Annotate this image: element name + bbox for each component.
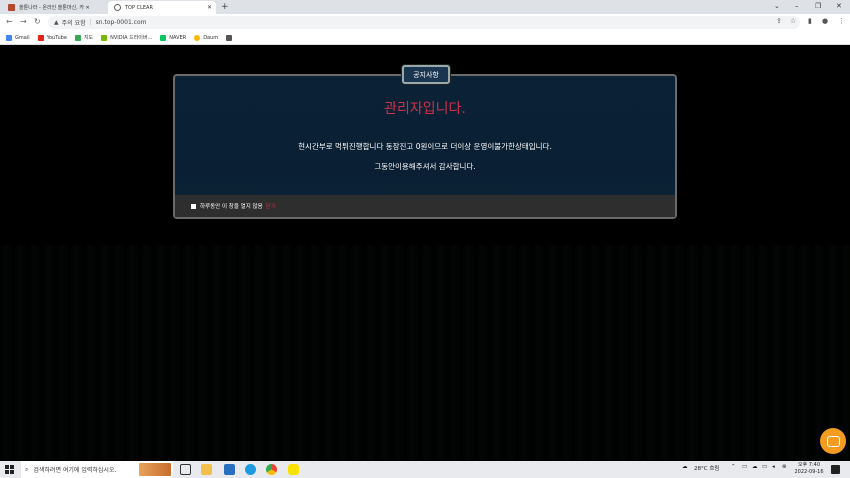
tray-chevron-icon[interactable]: ⌃ [731,464,736,470]
popup-title: 관리자입니다. [384,101,466,117]
search-highlight-image [139,463,171,476]
bookmarks-bar: Gmail YouTube 지도 NVIDIA 드라이버... NAVER Da… [0,31,850,45]
background-decoration [0,245,850,461]
bookmark-youtube[interactable]: YouTube [37,34,67,41]
bookmark-daum[interactable]: Daum [194,34,219,41]
bookmark-icon [226,34,233,41]
popup-footer: 하루동안 이 창을 열지 않음 닫기 [175,195,675,217]
close-window-button[interactable]: ✕ [836,2,842,10]
google-icon [6,34,12,41]
bookmark-gmail[interactable]: Gmail [6,34,30,41]
bookmark-label: NVIDIA 드라이버... [110,35,153,41]
clock-date: 2022-09-16 [794,469,824,475]
edge-icon[interactable] [245,464,256,475]
page-content: 공지사항 관리자입니다. 현시간부로 먹튀진행합니다 동장진고 0원이므로 더이… [0,45,850,461]
close-tab-icon[interactable]: ✕ [207,4,212,11]
chrome-icon[interactable] [266,464,277,475]
mail-icon[interactable] [224,464,235,475]
kakaotalk-icon[interactable] [288,464,299,475]
search-placeholder: 검색하려면 여기에 입력하십시오. [33,467,117,474]
task-view-icon[interactable] [180,464,191,475]
notification-icon[interactable] [831,465,840,474]
taskbar-search-input[interactable]: ⌕ 검색하려면 여기에 입력하십시오. [21,461,173,478]
volume-icon[interactable]: ◂ [772,464,775,470]
windows-start-icon[interactable] [5,465,14,474]
popup-message-line2: 그동안이용해주셔서 감사합니다. [374,162,476,171]
bookmark-nvidia[interactable]: NVIDIA 드라이버... [101,34,152,41]
notice-popup: 공지사항 관리자입니다. 현시간부로 먹튀진행합니다 동장진고 0원이므로 더이… [173,65,677,219]
file-explorer-icon[interactable] [201,464,212,475]
maps-icon [74,34,81,41]
bookmark-label: NAVER [169,34,187,41]
chat-bubble-icon [826,435,840,447]
weather-text[interactable]: 28°C 흐림 [694,464,719,472]
back-icon[interactable]: ← [6,17,13,26]
nvidia-icon [101,34,108,41]
profile-avatar-icon[interactable]: ● [822,17,828,25]
security-warning-label: 주의 요함 [61,20,86,27]
cloud-icon[interactable]: ☁ [752,464,758,470]
tab-label: 쏠툰나라 - 온라인 쏠툰마신, 카 ✕ [19,5,90,11]
share-icon[interactable]: ⇪ [776,17,782,25]
dont-show-label: 하루동안 이 창을 열지 않음 [200,204,263,210]
tab-search-icon[interactable]: ⌄ [774,2,780,10]
bookmark-extra[interactable] [226,34,235,41]
bookmark-label: Gmail [15,34,30,41]
browser-toolbar: ← → ↻ ▲ 주의 요함 | sn.top-0001.com ⇪ ☆ ▮ ● … [0,14,850,31]
divider: | [89,19,92,26]
windows-taskbar: ⌕ 검색하려면 여기에 입력하십시오. ☁ 28°C 흐림 ⌃ ▭ ☁ ▭ ◂ … [0,461,850,478]
site-favicon-icon [8,4,15,11]
naver-icon [160,34,167,41]
bookmark-star-icon[interactable]: ☆ [790,17,796,25]
youtube-icon [37,34,44,41]
display-icon[interactable]: ▭ [762,464,767,470]
close-popup-link[interactable]: 닫기 [266,202,276,210]
network-icon[interactable]: ▭ [742,464,747,470]
forward-icon[interactable]: → [20,17,27,26]
warning-icon: ▲ [54,19,59,26]
popup-message-line1: 현시간부로 먹튀진행합니다 동장진고 0원이므로 더이상 운영이불가한상태입니다… [298,142,552,151]
menu-dots-icon[interactable]: ⋮ [838,17,845,25]
bookmark-label: Daum [203,34,219,41]
minimize-button[interactable]: – [795,2,799,10]
daum-icon [194,34,201,41]
dont-show-checkbox[interactable] [191,203,196,209]
bookmark-label: 지도 [83,35,94,41]
system-clock[interactable]: 오후 7:40 2022-09-16 [793,462,825,476]
search-icon: ⌕ [25,465,29,473]
weather-icon: ☁ [682,464,688,470]
tab-active[interactable]: TOP CLEAR ✕ [108,1,216,14]
globe-icon [114,4,121,11]
side-panel-icon[interactable]: ▮ [808,17,812,25]
new-tab-button[interactable]: + [221,1,229,13]
url-text: sn.top-0001.com [95,19,147,26]
clock-time: 오후 7:40 [797,462,821,468]
maximize-button[interactable]: ❐ [815,2,821,10]
address-bar[interactable]: ▲ 주의 요함 | sn.top-0001.com [48,16,800,29]
chat-button[interactable] [820,428,846,454]
bookmark-maps[interactable]: 지도 [74,34,94,41]
tab-inactive[interactable]: 쏠툰나라 - 온라인 쏠툰마신, 카 ✕ [2,1,106,14]
reload-icon[interactable]: ↻ [34,17,41,26]
language-icon[interactable]: ⊗ [782,464,787,470]
browser-tab-strip: 쏠툰나라 - 온라인 쏠툰마신, 카 ✕ TOP CLEAR ✕ + ⌄ – ❐… [0,0,850,14]
bookmark-naver[interactable]: NAVER [160,34,187,41]
tab-label: TOP CLEAR [125,4,153,11]
bookmark-label: YouTube [46,34,67,41]
notice-badge: 공지사항 [402,65,450,84]
